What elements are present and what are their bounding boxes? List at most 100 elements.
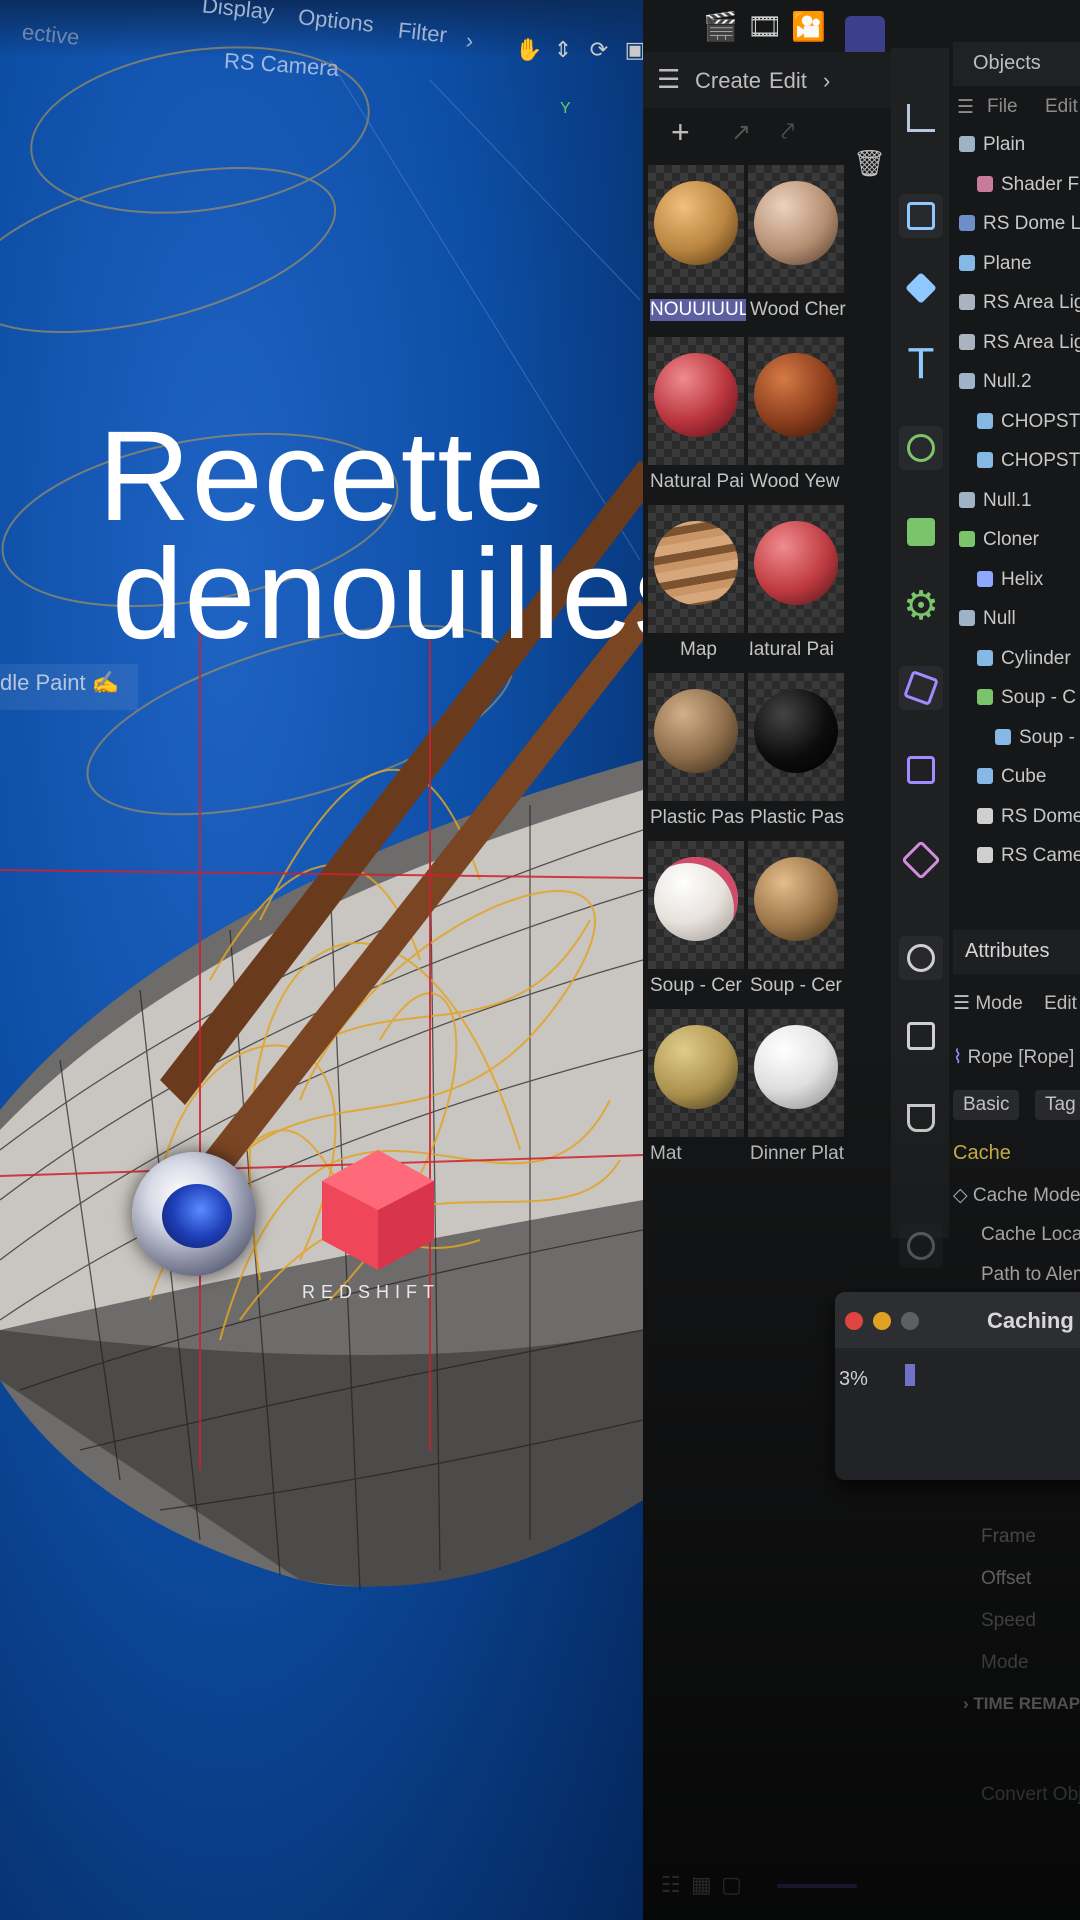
object-tree-label: Helix [1001, 568, 1044, 590]
chevron-right-icon[interactable]: › [823, 68, 830, 94]
object-tree-row[interactable]: RS Dome [977, 806, 1080, 838]
3d-viewport[interactable]: ective Display Options Filter › ✋ ⇕ ⟳ ▣ … [0, 0, 643, 1920]
cube-icon[interactable] [899, 266, 943, 310]
clapper-icon[interactable]: 🎬 [703, 10, 738, 43]
attributes-tab[interactable]: Attributes [953, 930, 1080, 974]
caching-progress-fill [905, 1364, 916, 1386]
material-name: NOUUIUUL [650, 299, 746, 321]
hamburger-icon[interactable]: ☰ [657, 64, 680, 95]
maximize-window-icon[interactable] [901, 1312, 919, 1330]
object-tree-row[interactable]: RS Dome L [959, 213, 1080, 245]
text-icon[interactable]: T [899, 342, 943, 386]
tab-tag[interactable]: Tag [1035, 1090, 1080, 1120]
object-tree-row[interactable]: Helix [977, 569, 1080, 601]
cache-mode-row[interactable]: ◇ Cache Mode [953, 1184, 1080, 1207]
object-tree-row[interactable]: RS Area Lig [959, 292, 1080, 324]
material-item[interactable]: Dinner Plat [748, 1009, 844, 1167]
material-item[interactable]: Wood Cher [748, 165, 846, 323]
material-item[interactable]: Map [648, 505, 744, 663]
trash-icon[interactable]: 🗑 [853, 148, 886, 179]
objects-tab[interactable]: Objects [953, 42, 1080, 86]
object-tree-row[interactable]: Null.1 [959, 490, 1080, 522]
grid-view-icon[interactable]: ▦ [691, 1872, 712, 1898]
material-item[interactable]: Plastic Pas [648, 673, 744, 831]
offset-row[interactable]: Offset [981, 1568, 1080, 1590]
menu-file[interactable]: File [987, 96, 1018, 118]
hamburger-icon[interactable]: ☰ [957, 96, 974, 119]
convert-object-button[interactable]: Convert Obj [981, 1784, 1080, 1806]
object-tree-row[interactable]: Null.2 [959, 371, 1080, 403]
cache-location-row[interactable]: Cache Locat [981, 1224, 1080, 1246]
light-icon[interactable] [899, 1096, 943, 1140]
material-swatch [648, 841, 744, 969]
material-item[interactable]: Natural Pai [648, 337, 744, 495]
material-item[interactable]: Soup - Cer [648, 841, 744, 999]
time-remap-group[interactable]: › TIME REMAP [963, 1694, 1080, 1714]
material-item[interactable]: Soup - Cer [748, 841, 844, 999]
list-view-icon[interactable]: ☷ [661, 1872, 681, 1898]
scene-icon[interactable] [899, 936, 943, 980]
object-tree-row[interactable]: CHOPST [977, 411, 1080, 443]
material-item[interactable]: Plastic Pas [748, 673, 844, 831]
generator-icon[interactable] [899, 426, 943, 470]
material-swatch [648, 673, 744, 801]
caching-window-title: Caching Si [987, 1308, 1080, 1333]
effector-gear-icon[interactable]: ⚙ [899, 584, 943, 628]
object-tree-row[interactable]: Cloner [959, 529, 1080, 561]
close-window-icon[interactable] [845, 1312, 863, 1330]
object-tree-row[interactable]: RS Came [977, 845, 1080, 877]
menu-create[interactable]: Create [695, 68, 761, 94]
camera-icon[interactable] [899, 1014, 943, 1058]
hamburger-icon[interactable]: ☰ [953, 993, 975, 1014]
object-tree-row[interactable]: RS Area Lig [959, 332, 1080, 364]
caching-titlebar[interactable]: Caching Si [835, 1292, 1080, 1348]
single-view-icon[interactable]: ▢ [721, 1872, 742, 1898]
object-tree-row[interactable]: Soup - C [977, 687, 1080, 719]
clapper-play-icon[interactable]: 🎞 [747, 10, 783, 43]
link-icon[interactable]: ⤤ [781, 118, 795, 146]
deformer-cube-icon[interactable] [899, 748, 943, 792]
material-item[interactable]: NOUUIUUL [648, 165, 746, 323]
material-item[interactable]: Wood Yew [748, 337, 844, 495]
object-tree-label: Plain [983, 134, 1026, 155]
object-tree-row[interactable]: Plain [959, 134, 1080, 166]
object-tree-row[interactable]: Cube [977, 766, 1080, 798]
object-tree-label: Plane [983, 252, 1032, 274]
object-tree-row[interactable]: Soup - [995, 727, 1080, 759]
material-item[interactable]: Natural Pai [748, 505, 844, 663]
menu-edit[interactable]: Edit [1044, 993, 1077, 1014]
caching-window[interactable]: Caching Si 3% [835, 1292, 1080, 1480]
clapper-settings-icon[interactable]: 🎦 [791, 10, 826, 43]
plus-icon[interactable]: + [671, 114, 690, 151]
path-to-alembic-row[interactable]: Path to Alem [981, 1264, 1080, 1286]
material-item[interactable]: Mat [648, 1009, 744, 1167]
object-tree-row[interactable]: Shader F [977, 174, 1080, 206]
arrow-icon[interactable]: ↗ [731, 118, 751, 147]
cache-section-heading: Cache [953, 1142, 1011, 1164]
deformer-icon[interactable] [899, 666, 943, 710]
material-name: Natural Pai [750, 639, 846, 661]
tab-basic[interactable]: Basic [953, 1090, 1020, 1120]
null-object-icon[interactable] [899, 96, 943, 140]
material-swatch [648, 505, 744, 633]
object-type-icon [959, 215, 975, 231]
object-tree-row[interactable]: CHOPST [977, 450, 1080, 482]
size-slider[interactable] [777, 1884, 857, 1888]
mograph-cloner-icon[interactable] [899, 510, 943, 554]
material-sphere [754, 521, 838, 605]
spline-rectangle-icon[interactable] [899, 194, 943, 238]
object-tree-row[interactable]: Null [959, 608, 1080, 640]
object-tree-label: CHOPST [1001, 410, 1080, 432]
material-swatch [748, 505, 844, 633]
field-icon[interactable] [899, 838, 943, 882]
object-tree-row[interactable]: Cylinder [977, 648, 1080, 680]
minimize-window-icon[interactable] [873, 1312, 891, 1330]
menu-edit[interactable]: Edit [769, 68, 807, 94]
menu-mode[interactable]: Mode [975, 993, 1023, 1014]
object-tree-label: CHOPST [1001, 450, 1080, 471]
object-type-icon [977, 570, 993, 587]
paint-icon[interactable] [899, 1224, 943, 1268]
object-tree-row[interactable]: Plane [959, 253, 1080, 285]
object-type-icon [959, 610, 975, 626]
menu-edit[interactable]: Edit [1045, 96, 1078, 118]
